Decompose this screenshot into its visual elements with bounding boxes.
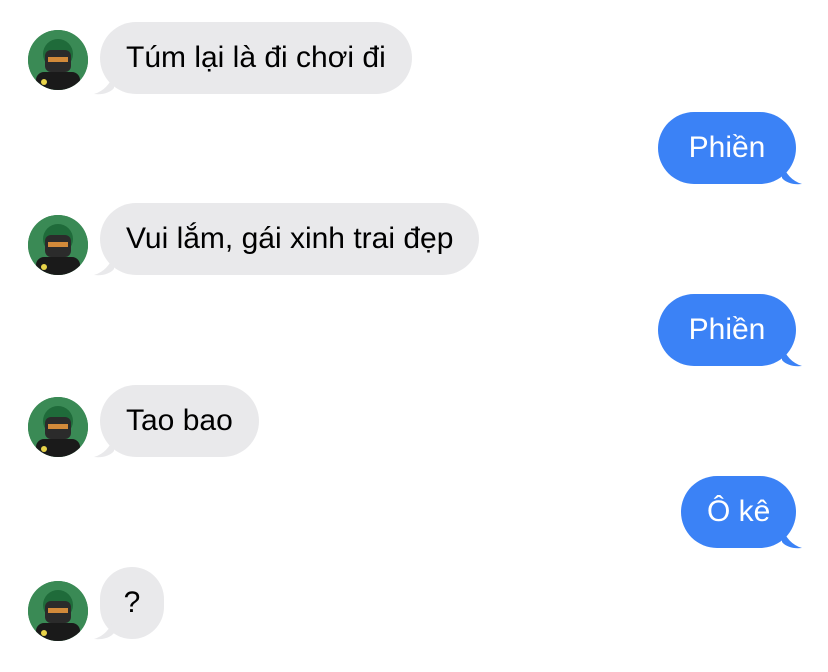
bubble-tail bbox=[94, 74, 114, 95]
avatar-photo-icon bbox=[28, 30, 88, 90]
message-bubble-received[interactable]: Túm lại là đi chơi đi bbox=[100, 22, 412, 94]
message-row-received: Tao bao bbox=[0, 385, 828, 458]
message-row-received: Vui lắm, gái xinh trai đẹp bbox=[0, 203, 828, 276]
message-row-received: Túm lại là đi chơi đi bbox=[0, 22, 828, 95]
message-text: Tao bao bbox=[126, 404, 233, 437]
message-text: Vui lắm, gái xinh trai đẹp bbox=[126, 222, 454, 255]
avatar-photo-icon bbox=[28, 581, 88, 641]
message-row-sent: Ô kê bbox=[0, 476, 828, 549]
message-bubble-sent[interactable]: Phiền bbox=[658, 294, 796, 366]
bubble-tail bbox=[782, 528, 802, 549]
message-bubble-sent[interactable]: Ô kê bbox=[681, 476, 796, 548]
message-text: Túm lại là đi chơi đi bbox=[126, 41, 386, 74]
bubble-tail bbox=[94, 255, 114, 276]
avatar-photo-icon bbox=[28, 397, 88, 457]
avatar-photo-icon bbox=[28, 215, 88, 275]
message-bubble-sent[interactable]: Phiền bbox=[658, 112, 796, 184]
bubble-tail bbox=[782, 346, 802, 367]
bubble-tail bbox=[94, 437, 114, 458]
message-text: ? bbox=[123, 586, 141, 619]
bubble-tail bbox=[94, 619, 114, 640]
message-text: Phiền bbox=[688, 313, 766, 346]
bubble-tail bbox=[782, 164, 802, 185]
contact-avatar[interactable] bbox=[28, 397, 88, 457]
contact-avatar[interactable] bbox=[28, 581, 88, 641]
message-row-sent: Phiền bbox=[0, 112, 828, 185]
contact-avatar[interactable] bbox=[28, 30, 88, 90]
message-text: Phiền bbox=[688, 131, 766, 164]
message-row-received: ? bbox=[0, 567, 828, 641]
message-bubble-received[interactable]: Vui lắm, gái xinh trai đẹp bbox=[100, 203, 480, 275]
message-row-sent: Phiền bbox=[0, 294, 828, 367]
contact-avatar[interactable] bbox=[28, 215, 88, 275]
message-bubble-received[interactable]: Tao bao bbox=[100, 385, 259, 457]
message-text: Ô kê bbox=[707, 495, 771, 528]
